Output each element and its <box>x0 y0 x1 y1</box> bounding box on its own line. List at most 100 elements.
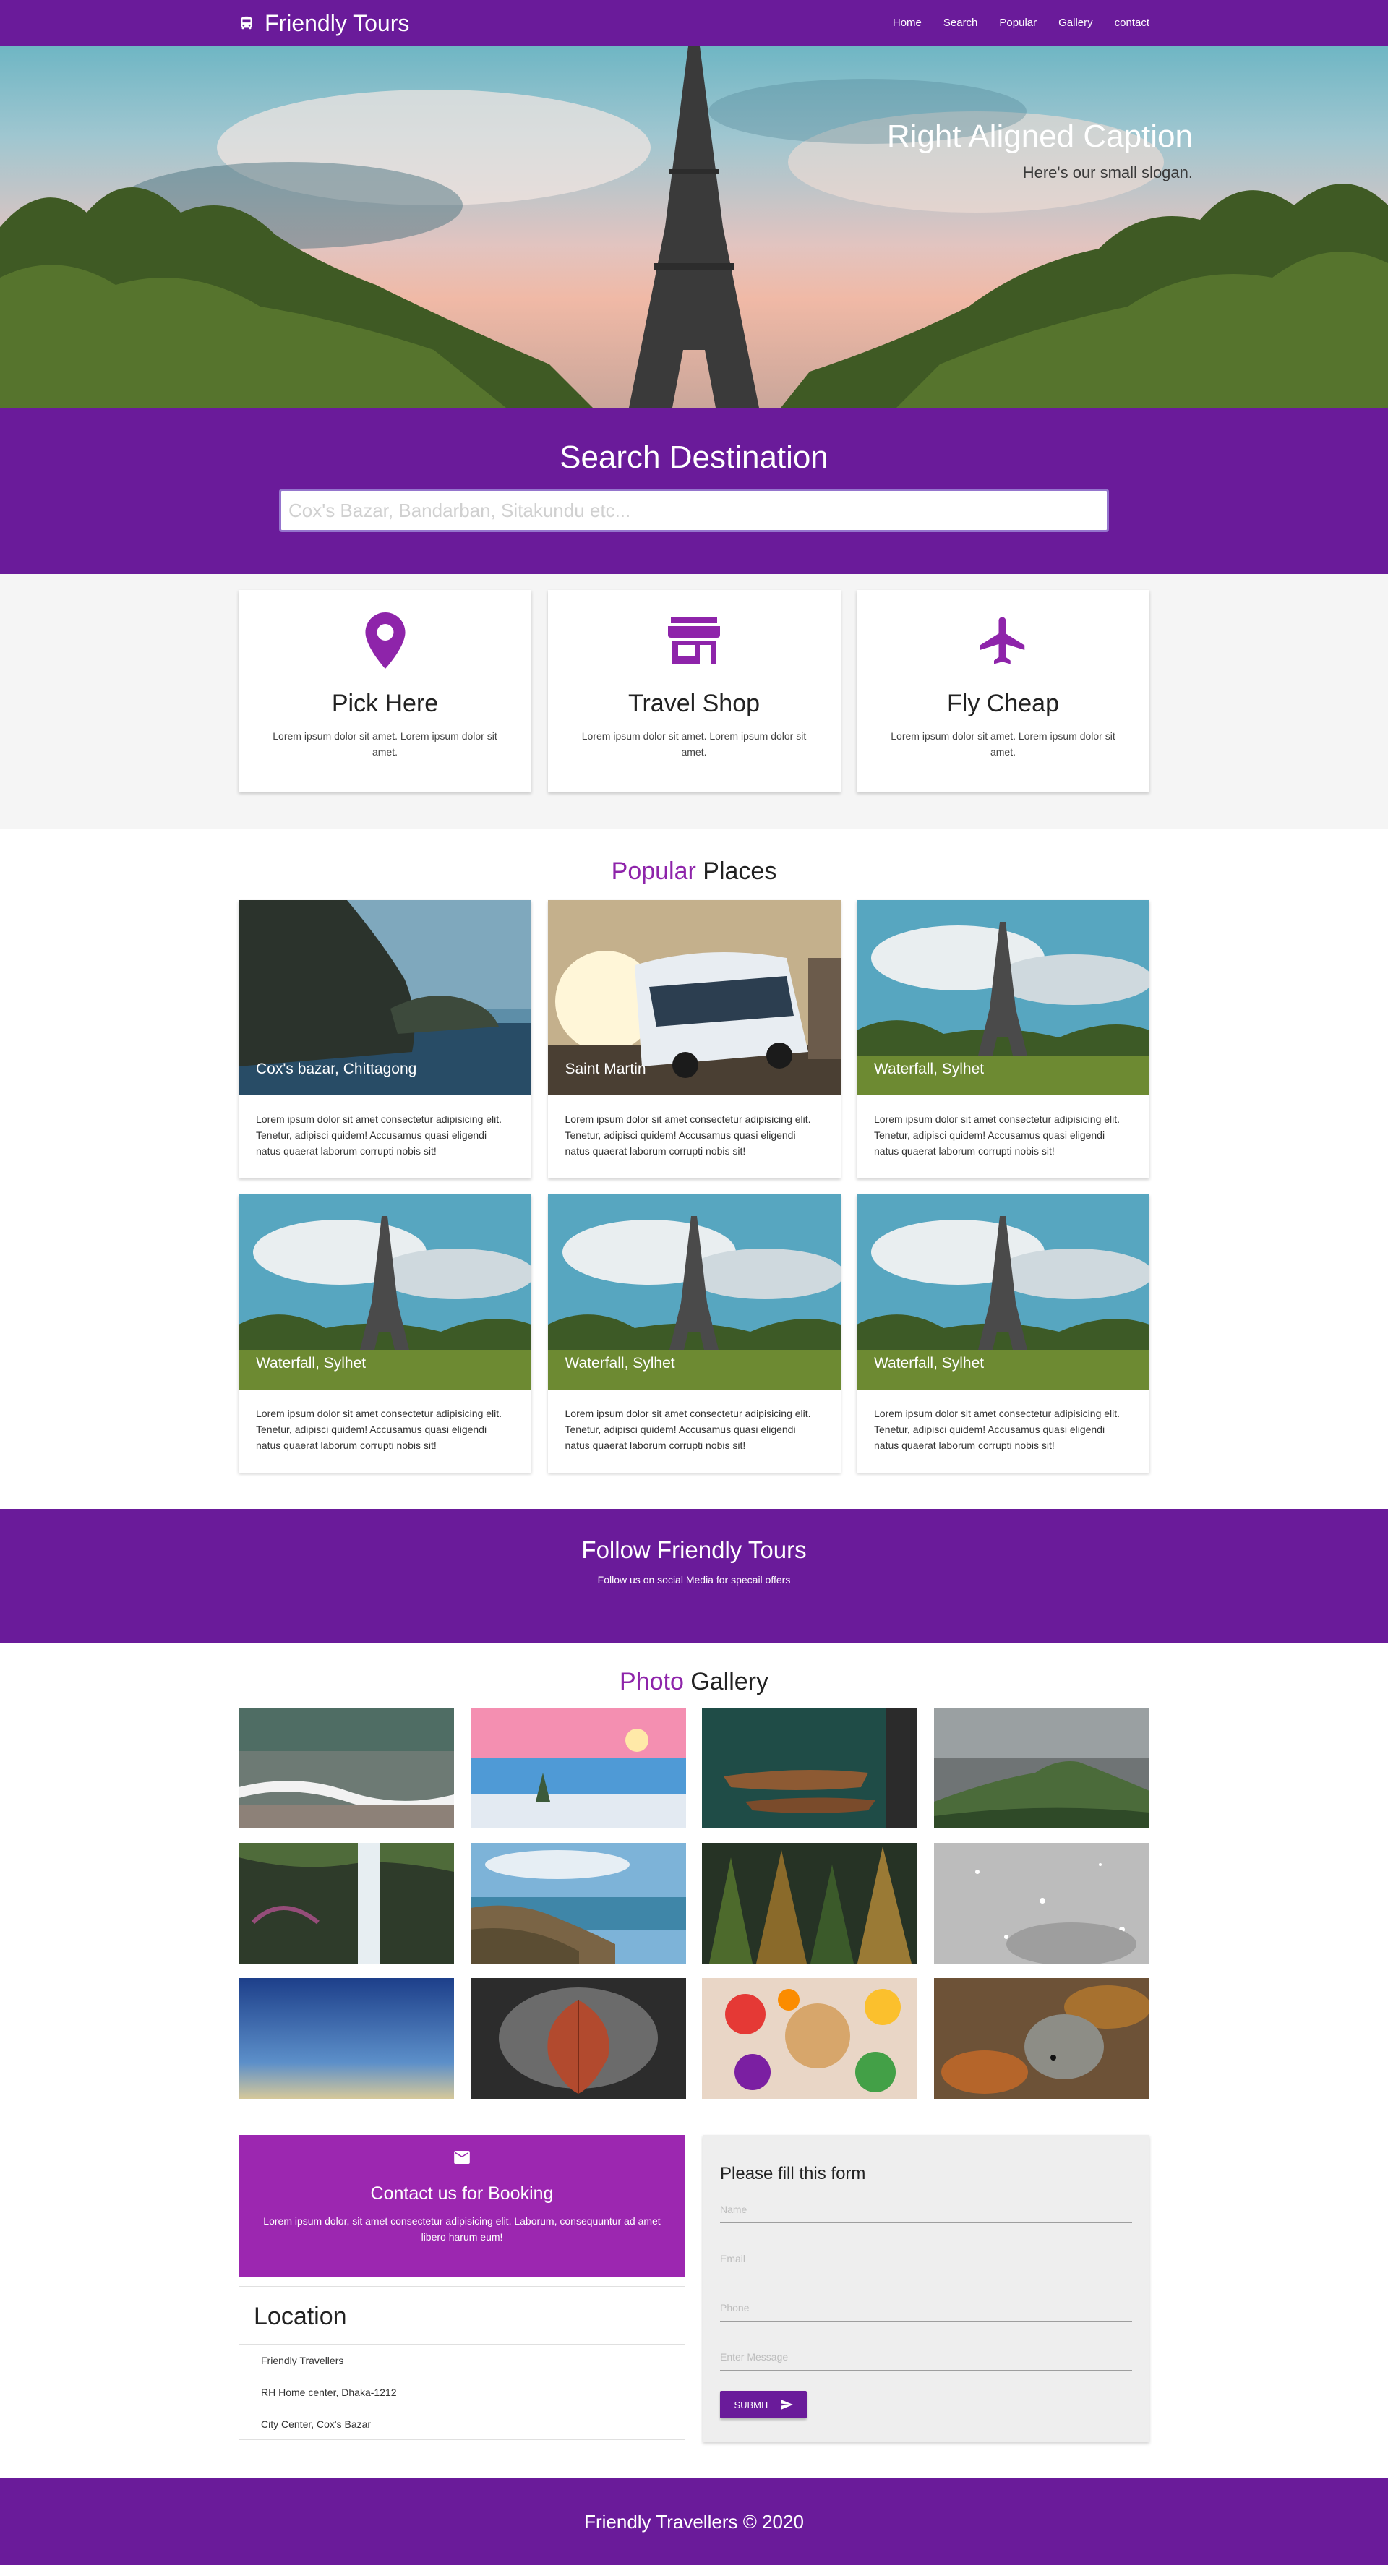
location-item: RH Home center, Dhaka-1212 <box>239 2376 685 2408</box>
place-image: Waterfall, Sylhet <box>857 900 1149 1095</box>
features-section: Pick Here Lorem ipsum dolor sit amet. Lo… <box>0 574 1388 829</box>
name-field[interactable] <box>720 2190 1132 2223</box>
location-title: Location <box>254 2303 347 2330</box>
place-text: Lorem ipsum dolor sit amet consectetur a… <box>874 1408 1121 1451</box>
feature-title: Fly Cheap <box>947 690 1059 717</box>
contact-left-column: Contact us for Booking Lorem ipsum dolor… <box>239 2135 685 2442</box>
popular-title-rest: Places <box>695 857 777 885</box>
booking-card: Contact us for Booking Lorem ipsum dolor… <box>239 2135 685 2277</box>
feature-card-travel-shop: Travel Shop Lorem ipsum dolor sit amet. … <box>547 590 841 792</box>
send-icon <box>781 2400 793 2410</box>
bus-icon <box>241 16 252 30</box>
brand-name: Friendly Tours <box>265 9 410 36</box>
hero-caption: Right Aligned Caption Here's our small s… <box>887 119 1193 182</box>
place-card[interactable]: Cox's bazar, Chittagong Lorem ipsum dolo… <box>239 900 531 1178</box>
place-image: Waterfall, Sylhet <box>547 1194 841 1390</box>
gallery-grid <box>239 1708 1149 2099</box>
location-card: Location Friendly Travellers RH Home cen… <box>239 2286 685 2440</box>
place-title: Cox's bazar, Chittagong <box>256 1061 417 1077</box>
gallery-item[interactable] <box>239 1978 454 2099</box>
follow-title: Follow Friendly Tours <box>581 1536 807 1563</box>
submit-button[interactable]: SUBMIT <box>720 2391 807 2418</box>
gallery-item[interactable] <box>470 1708 686 1828</box>
pink-sky-desert-image <box>470 1708 686 1828</box>
place-card[interactable]: Waterfall, Sylhet Lorem ipsum dolor sit … <box>857 900 1149 1178</box>
beach-wave-image <box>239 1708 454 1828</box>
feature-text: Lorem ipsum dolor sit amet. Lorem ipsum … <box>581 730 807 758</box>
hero-caption-title: Right Aligned Caption <box>886 119 1193 154</box>
place-title: Saint Martin <box>565 1061 646 1077</box>
place-card[interactable]: Waterfall, Sylhet Lorem ipsum dolor sit … <box>239 1194 531 1473</box>
search-input[interactable] <box>279 489 1109 532</box>
gallery-item[interactable] <box>933 1978 1149 2099</box>
feature-text: Lorem ipsum dolor sit amet. Lorem ipsum … <box>273 730 497 758</box>
place-card[interactable]: Waterfall, Sylhet Lorem ipsum dolor sit … <box>857 1194 1149 1473</box>
phone-field[interactable] <box>720 2288 1132 2322</box>
night-sky-image <box>239 1978 454 2099</box>
place-image: Saint Martin <box>547 900 841 1095</box>
booking-form: Please fill this form SUBMIT <box>703 2135 1149 2442</box>
gallery-item[interactable] <box>702 1978 918 2099</box>
gallery-title-accent: Photo <box>620 1668 684 1695</box>
hero-caption-slogan: Here's our small slogan. <box>1022 163 1193 181</box>
nav-link-home[interactable]: Home <box>893 17 922 29</box>
waterfall-image <box>239 1843 454 1964</box>
search-title: Search Destination <box>560 440 828 475</box>
nav-link-search[interactable]: Search <box>943 17 978 29</box>
navbar: Friendly Tours Home Search Popular Galle… <box>0 0 1388 46</box>
mountain-image <box>933 1708 1149 1828</box>
popular-title-accent: Popular <box>611 857 696 885</box>
popular-section: Popular Places Cox's bazar, Chittagong L… <box>0 829 1388 1509</box>
search-section: Search Destination <box>0 408 1388 574</box>
brand-logo[interactable]: Friendly Tours <box>239 10 409 37</box>
place-image: Waterfall, Sylhet <box>239 1194 531 1390</box>
booking-title: Contact us for Booking <box>370 2183 554 2204</box>
gallery-item[interactable] <box>470 1978 686 2099</box>
email-field[interactable] <box>720 2239 1132 2272</box>
place-text: Lorem ipsum dolor sit amet consectetur a… <box>565 1113 811 1157</box>
follow-subtitle: Follow us on social Media for specail of… <box>597 1574 791 1586</box>
gallery-item[interactable] <box>702 1843 918 1964</box>
nav-link-gallery[interactable]: Gallery <box>1058 17 1093 29</box>
hedgehog-image <box>933 1978 1149 2099</box>
gallery-item[interactable] <box>933 1843 1149 1964</box>
place-title: Waterfall, Sylhet <box>874 1061 985 1077</box>
boat-image <box>702 1708 918 1828</box>
popular-title: Popular Places <box>239 857 1149 886</box>
gallery-item[interactable] <box>702 1708 918 1828</box>
place-text: Lorem ipsum dolor sit amet consectetur a… <box>874 1113 1121 1157</box>
gallery-item[interactable] <box>239 1708 454 1828</box>
gallery-item[interactable] <box>239 1843 454 1964</box>
airplane-icon <box>980 617 1024 664</box>
footer-text: Friendly Travellers © 2020 <box>584 2510 804 2533</box>
hero-eiffel-image <box>0 46 1388 408</box>
place-image: Cox's bazar, Chittagong <box>239 900 531 1095</box>
booking-text: Lorem ipsum dolor, sit amet consectetur … <box>263 2215 661 2243</box>
place-card[interactable]: Waterfall, Sylhet Lorem ipsum dolor sit … <box>547 1194 841 1473</box>
message-field[interactable] <box>720 2337 1132 2371</box>
location-list: Friendly Travellers RH Home center, Dhak… <box>239 2344 685 2439</box>
shop-icon <box>668 617 720 664</box>
gallery-title: Photo Gallery <box>239 1668 1149 1696</box>
places-grid: Cox's bazar, Chittagong Lorem ipsum dolo… <box>239 900 1149 1473</box>
feature-card-fly-cheap: Fly Cheap Lorem ipsum dolor sit amet. Lo… <box>857 590 1149 792</box>
feature-title: Pick Here <box>331 690 439 717</box>
gallery-item[interactable] <box>933 1708 1149 1828</box>
place-text: Lorem ipsum dolor sit amet consectetur a… <box>256 1408 502 1451</box>
nav-menu: Home Search Popular Gallery contact <box>893 17 1149 30</box>
place-card[interactable]: Saint Martin Lorem ipsum dolor sit amet … <box>547 900 841 1178</box>
vegetables-image <box>702 1978 918 2099</box>
mail-icon <box>454 2151 470 2164</box>
coast-image <box>470 1843 686 1964</box>
place-title: Waterfall, Sylhet <box>874 1355 985 1372</box>
contact-section: Contact us for Booking Lorem ipsum dolor… <box>0 2135 1388 2478</box>
submit-label: SUBMIT <box>734 2399 770 2410</box>
form-title: Please fill this form <box>720 2164 866 2183</box>
place-title: Waterfall, Sylhet <box>256 1355 367 1372</box>
follow-section: Follow Friendly Tours Follow us on socia… <box>0 1509 1388 1643</box>
place-text: Lorem ipsum dolor sit amet consectetur a… <box>565 1408 811 1451</box>
nav-link-popular[interactable]: Popular <box>999 17 1037 29</box>
nav-link-contact[interactable]: contact <box>1115 17 1149 29</box>
place-text: Lorem ipsum dolor sit amet consectetur a… <box>256 1113 502 1157</box>
gallery-item[interactable] <box>470 1843 686 1964</box>
